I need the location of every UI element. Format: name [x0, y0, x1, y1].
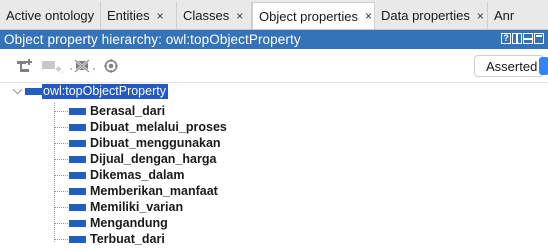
tree-node-label: Terbuat_dari [90, 232, 165, 246]
tree-node[interactable]: Berasal_dari [54, 104, 165, 118]
tree-connector [54, 190, 68, 192]
tab-object-properties[interactable]: Object properties × [252, 2, 375, 29]
split-horizontal-icon[interactable] [523, 33, 533, 44]
object-property-icon [69, 107, 86, 115]
panel-title-bar: Object property hierarchy: owl:topObject… [0, 30, 548, 49]
tab-bar: Active ontology × Entities × Classes × O… [0, 0, 548, 30]
close-icon[interactable]: × [477, 9, 484, 23]
tree-node-label: Dibuat_menggunakan [90, 136, 221, 150]
panel-title: Object property hierarchy: owl:topObject… [4, 32, 301, 47]
tab-annotation-properties[interactable]: Anr [488, 2, 548, 29]
object-property-icon [25, 88, 42, 95]
tree-node-label: Memiliki_varian [90, 200, 184, 214]
tree-connector [54, 174, 68, 176]
tree-node[interactable]: Dikemas_dalam [54, 168, 185, 182]
tree-node[interactable]: Terbuat_dari [54, 232, 165, 246]
add-sibling-icon[interactable] [41, 58, 63, 74]
close-icon[interactable]: × [365, 9, 372, 23]
close-icon[interactable]: × [236, 9, 243, 23]
find-usage-icon[interactable] [103, 58, 119, 74]
tree-node-label: Dijual_dengan_harga [90, 152, 217, 166]
tree-connector [54, 238, 68, 240]
object-property-icon [69, 219, 86, 227]
object-property-icon [69, 123, 86, 131]
tree-connector [54, 158, 68, 160]
tree-node[interactable]: Dibuat_melalui_proses [54, 120, 227, 134]
tree-node-label: Dikemas_dalam [90, 168, 185, 182]
tree-node-label: Mengandung [90, 216, 168, 230]
tab-data-properties[interactable]: Data properties × [375, 2, 488, 29]
close-icon[interactable]: × [157, 9, 164, 23]
tree-node-label: Memberikan_manfaat [90, 184, 218, 198]
tab-label: Data properties [381, 8, 470, 23]
property-tree: owl:topObjectProperty Berasal_dari Dibua… [0, 84, 548, 251]
tree-connector [54, 142, 68, 144]
help-icon[interactable]: ? [501, 33, 511, 44]
object-property-icon [69, 171, 86, 179]
tree-connector [54, 110, 68, 112]
tree-connector [54, 222, 68, 224]
tab-label: Entities [107, 8, 150, 23]
tree-connector [54, 206, 68, 208]
tree-node[interactable]: Dibuat_menggunakan [54, 136, 221, 150]
tree-node[interactable]: Dijual_dengan_harga [54, 152, 216, 166]
view-controls: ? [501, 33, 544, 44]
tree-root-node[interactable]: owl:topObjectProperty [42, 84, 168, 99]
tab-classes[interactable]: Classes × [177, 2, 252, 29]
tab-label: Classes [183, 8, 230, 23]
tab-label: Object properties [259, 8, 358, 24]
tree-node-label: Dibuat_melalui_proses [90, 120, 227, 134]
dropdown-arrow-icon[interactable] [539, 57, 548, 75]
object-property-icon [69, 155, 86, 163]
object-property-icon [69, 139, 86, 147]
object-property-icon [69, 203, 86, 211]
hierarchy-mode-label: Asserted [486, 58, 538, 74]
hierarchy-toolbar: Asserted [0, 50, 548, 83]
split-vertical-icon[interactable] [512, 33, 522, 44]
tab-label: Anr [494, 8, 515, 23]
tab-active-ontology[interactable]: Active ontology × [0, 2, 108, 29]
tab-label: Active ontology [6, 8, 95, 23]
chevron-down-icon[interactable] [12, 84, 23, 95]
close-view-icon[interactable] [534, 33, 544, 44]
tab-entities[interactable]: Entities × [101, 2, 177, 29]
tree-connector [54, 126, 68, 128]
tree-node[interactable]: Mengandung [54, 216, 168, 230]
object-property-icon [69, 187, 86, 195]
hierarchy-mode-select[interactable]: Asserted [474, 55, 548, 77]
tree-node[interactable]: Memberikan_manfaat [54, 184, 218, 198]
delete-property-icon[interactable] [70, 58, 96, 74]
object-property-icon [69, 235, 86, 243]
tree-node[interactable]: Memiliki_varian [54, 200, 183, 214]
add-subproperty-icon[interactable] [16, 58, 34, 74]
tree-node-label: Berasal_dari [90, 104, 166, 118]
